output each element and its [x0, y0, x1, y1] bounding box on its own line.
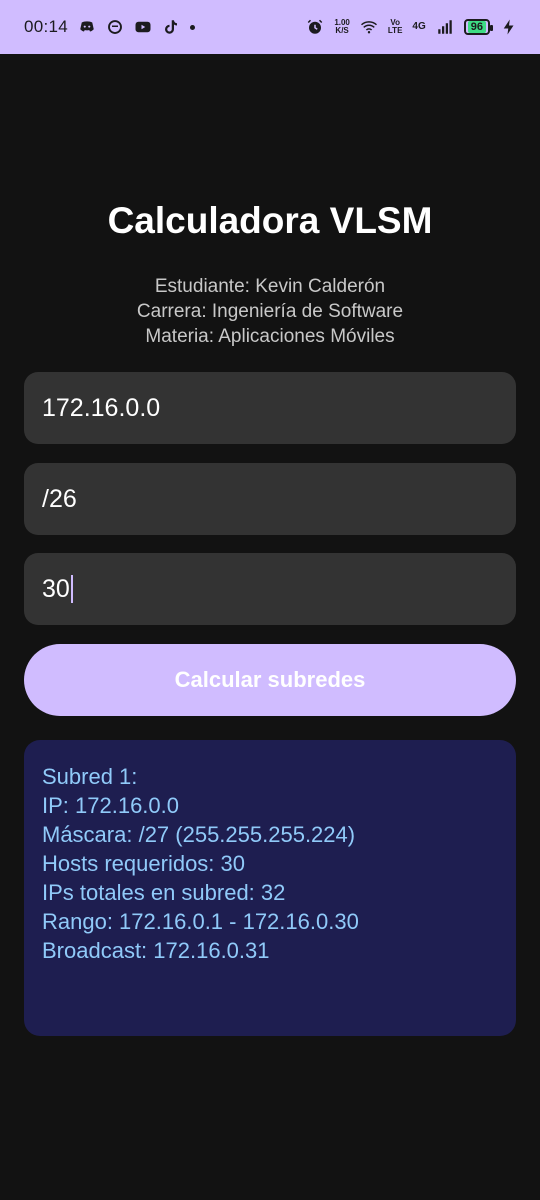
charging-icon [500, 18, 518, 36]
battery-level: 96 [467, 21, 486, 33]
wifi-icon [360, 18, 378, 36]
ip-input-value: 172.16.0.0 [42, 393, 161, 422]
result-line: Subred 1: [42, 764, 138, 789]
ip-input[interactable]: 172.16.0.0 [24, 372, 516, 444]
subject-line: Materia: Aplicaciones Móviles [145, 326, 395, 347]
result-line: IPs totales en subred: 32 [42, 880, 286, 905]
student-info: Estudiante: Kevin Calderón Carrera: Inge… [0, 274, 540, 349]
result-line: Hosts requeridos: 30 [42, 851, 245, 876]
chat-icon [106, 18, 124, 36]
result-panel: Subred 1: IP: 172.16.0.0 Máscara: /27 (2… [24, 740, 516, 1036]
network-type: 4G [412, 21, 426, 32]
result-line: Rango: 172.16.0.1 - 172.16.0.30 [42, 909, 359, 934]
tiktok-icon [162, 18, 180, 36]
result-line: Broadcast: 172.16.0.31 [42, 938, 270, 963]
prefix-input[interactable]: /26 [24, 463, 516, 535]
text-cursor [70, 575, 73, 603]
result-line: IP: 172.16.0.0 [42, 793, 179, 818]
career-line: Carrera: Ingeniería de Software [136, 301, 404, 322]
battery-indicator: 96 [463, 19, 494, 35]
hosts-input-value: 30 [42, 574, 70, 603]
alarm-icon [306, 18, 324, 36]
youtube-icon [134, 18, 152, 36]
signal-icon [436, 18, 454, 36]
status-bar: 00:14 1.00 K/S Vo LTE 4G 96 [0, 0, 540, 54]
hosts-input[interactable]: 30 [24, 553, 516, 625]
prefix-input-value: /26 [42, 484, 77, 513]
result-line: Máscara: /27 (255.255.255.224) [42, 822, 356, 847]
net-speed: 1.00 K/S [334, 18, 350, 35]
discord-icon [78, 18, 96, 36]
student-line: Estudiante: Kevin Calderón [154, 276, 386, 297]
clock: 00:14 [24, 17, 69, 36]
calculate-subnets-button[interactable]: Calcular subredes [24, 644, 516, 716]
notification-dot-icon [190, 24, 196, 30]
volte-indicator: Vo LTE [387, 18, 403, 35]
page-title: Calculadora VLSM [107, 200, 433, 241]
